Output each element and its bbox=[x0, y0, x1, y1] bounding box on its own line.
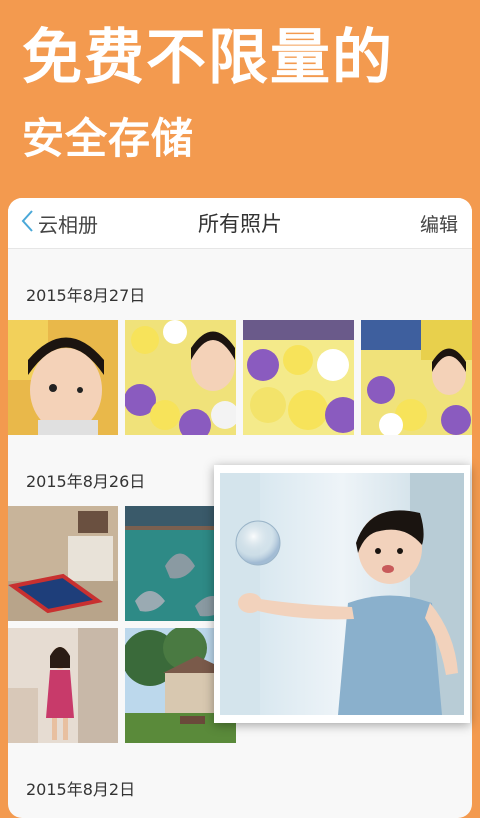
edit-button[interactable]: 编辑 bbox=[420, 210, 458, 237]
photo-thumbnail[interactable] bbox=[243, 320, 354, 435]
photo-thumbnail[interactable] bbox=[8, 506, 118, 621]
date-header: 2015年8月26日 bbox=[26, 472, 146, 491]
date-header: 2015年8月2日 bbox=[26, 780, 136, 799]
featured-photo[interactable] bbox=[214, 465, 470, 723]
nav-bar: 云相册 所有照片 编辑 bbox=[8, 198, 472, 249]
page-title: 所有照片 bbox=[198, 212, 282, 236]
photo-thumbnail[interactable] bbox=[8, 628, 118, 743]
photo-thumbnail[interactable] bbox=[361, 320, 472, 435]
photo-thumbnail[interactable] bbox=[125, 320, 236, 435]
promo-subtitle: 安全存储 bbox=[22, 114, 195, 163]
date-header: 2015年8月27日 bbox=[26, 286, 146, 305]
promo-title: 免费不限量的 bbox=[22, 23, 394, 93]
photo-thumbnail[interactable] bbox=[8, 320, 118, 435]
